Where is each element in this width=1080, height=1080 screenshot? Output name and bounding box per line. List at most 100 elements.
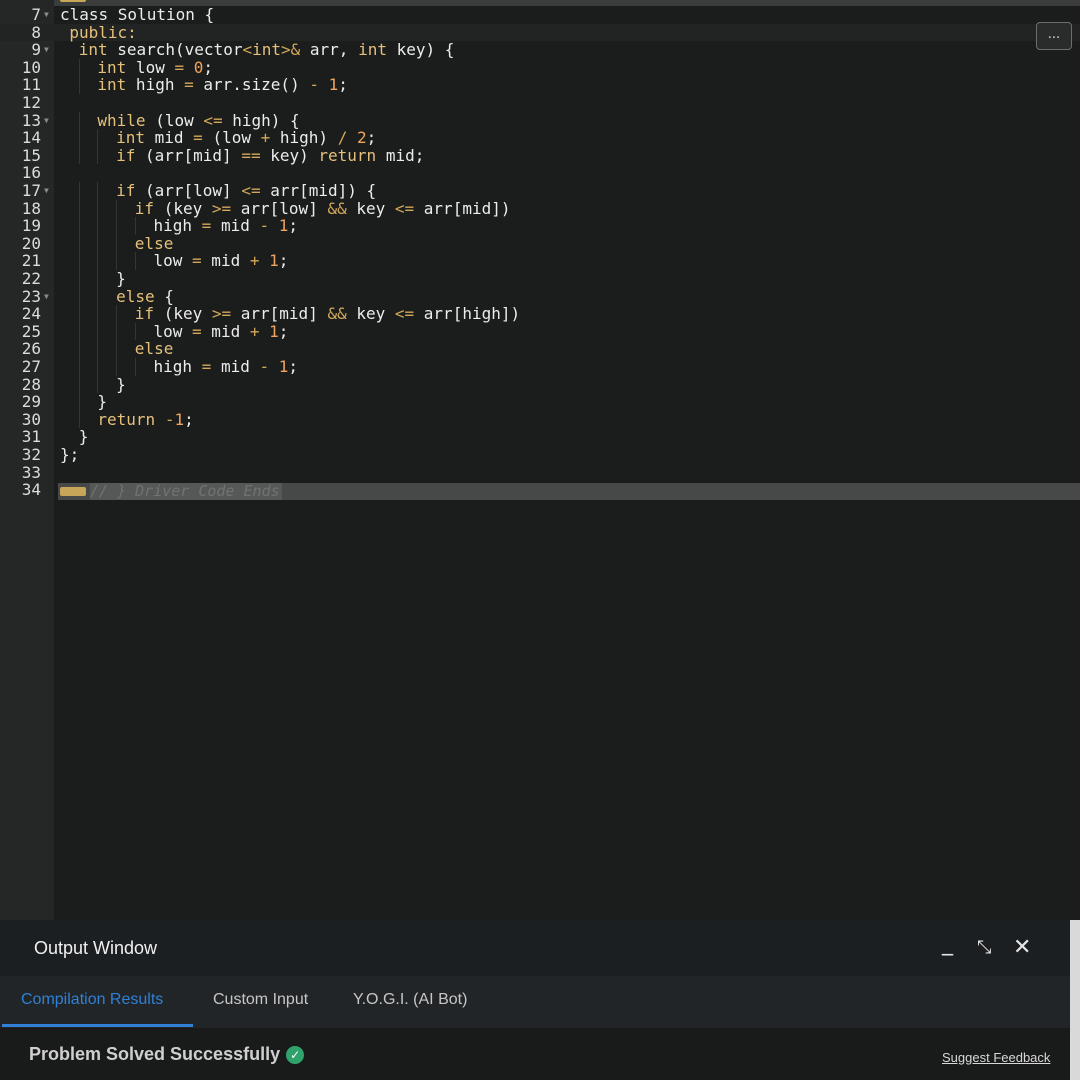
code-line[interactable]: 19 high = mid - 1; — [0, 217, 1080, 235]
code-line[interactable]: 22} — [0, 270, 1080, 288]
code-token: } — [78, 427, 89, 447]
code-token: ; — [203, 57, 214, 77]
code-token: == — [241, 145, 261, 165]
indent-guide — [78, 305, 80, 323]
line-number: 23 — [21, 286, 41, 306]
line-number: 30 — [21, 409, 41, 429]
line-number: 13 — [21, 110, 41, 130]
line-number: 24 — [21, 304, 41, 324]
code-token: arr[mid]) — [414, 198, 511, 218]
line-number: 14 — [21, 128, 41, 148]
code-token: else — [134, 233, 174, 253]
code-line[interactable]: 15 if (arr[mid] == key) return mid; — [0, 145, 1080, 165]
line-number: 15 — [21, 145, 41, 165]
code-line[interactable]: 12 — [0, 94, 1080, 112]
code-token: <= — [394, 304, 415, 324]
code-line[interactable]: 31} — [0, 428, 1080, 446]
code-text: return -1; — [97, 410, 193, 429]
indent-guide — [78, 340, 80, 358]
code-line[interactable]: 18 if (key >= arr[low] && key <= arr[mid]… — [0, 198, 1080, 218]
code-token: return — [318, 145, 377, 165]
code-line[interactable]: 17 ▼ if (arr[low] <= arr[mid]) { — [0, 182, 1080, 200]
minimize-icon[interactable]: _ — [942, 932, 953, 956]
line-number: 11 — [21, 75, 41, 95]
code-line[interactable]: 23 ▼ else { — [0, 286, 1080, 306]
code-token: (low — [145, 110, 204, 130]
code-line[interactable]: 33 — [0, 462, 1080, 482]
code-text: low = mid + 1; — [154, 321, 289, 341]
fold-marker-icon[interactable] — [60, 487, 86, 496]
tab-custom-input[interactable]: Custom Input — [213, 991, 308, 1009]
code-line[interactable]: 24 if (key >= arr[mid] && key <= arr[high… — [0, 305, 1080, 323]
code-line[interactable]: 20 else — [0, 233, 1080, 253]
scrollbar[interactable] — [1070, 920, 1080, 1080]
code-token: arr, — [300, 40, 359, 60]
line-number: 16 — [21, 163, 41, 183]
code-line[interactable]: 25 low = mid + 1; — [0, 321, 1080, 341]
code-line[interactable]: 10 int low = 0; — [0, 57, 1080, 77]
indent-guide — [134, 322, 136, 341]
code-token: low — [126, 57, 175, 77]
tab-yogi-ai-bot[interactable]: Y.O.G.I. (AI Bot) — [353, 991, 467, 1009]
expand-icon[interactable]: ⤡ — [977, 936, 991, 960]
fold-toggle-icon[interactable]: ▼ — [44, 182, 49, 200]
code-text: public: — [69, 23, 136, 42]
line-number: 33 — [21, 462, 41, 482]
code-token: 1 — [269, 321, 279, 341]
code-token: while — [97, 110, 146, 130]
code-token: key — [346, 304, 395, 324]
tab-compilation-results[interactable]: Compilation Results — [21, 991, 163, 1009]
indent-guide — [116, 217, 118, 235]
code-line[interactable]: 13 ▼ while (low <= high) { — [0, 110, 1080, 130]
code-line[interactable]: 11 int high = arr.size() - 1; — [0, 76, 1080, 94]
code-line[interactable]: 21 low = mid + 1; — [0, 252, 1080, 270]
code-line[interactable]: 14 int mid = (low + high) / 2; — [0, 129, 1080, 147]
more-options-button[interactable]: ... — [1036, 22, 1072, 50]
code-text: else { — [116, 286, 174, 306]
code-text: } — [97, 393, 107, 411]
folded-region-bottom[interactable]: // } Driver Code Ends — [58, 483, 1080, 500]
code-token: { — [154, 286, 174, 306]
code-token: = — [201, 216, 212, 236]
fold-toggle-icon[interactable]: ▼ — [44, 288, 49, 306]
code-text: if (key >= arr[low] && key <= arr[mid]) — [135, 198, 511, 218]
code-line[interactable]: 32}; — [0, 446, 1080, 464]
code-token: < — [242, 40, 253, 60]
code-text: int mid = (low + high) / 2; — [116, 129, 376, 147]
code-line[interactable]: 29} — [0, 393, 1080, 411]
code-token: mid — [211, 357, 260, 376]
code-line[interactable]: 28} — [0, 374, 1080, 394]
close-icon[interactable]: ✕ — [1013, 936, 1031, 960]
code-line[interactable]: 16 — [0, 164, 1080, 182]
fold-toggle-icon[interactable]: ▼ — [44, 6, 49, 24]
indent-guide — [78, 252, 80, 270]
code-line[interactable]: 27 high = mid - 1; — [0, 358, 1080, 376]
line-number: 22 — [21, 269, 41, 288]
code-text: else — [135, 340, 174, 358]
line-number: 20 — [21, 233, 41, 253]
check-circle-icon: ✓ — [286, 1046, 305, 1064]
code-line[interactable]: 8 public: — [0, 23, 1080, 42]
indent-guide — [134, 358, 136, 376]
code-line[interactable]: 9 ▼ int search(vector<int>& arr, int key) … — [0, 41, 1080, 59]
code-text: if (arr[low] <= arr[mid]) { — [116, 182, 376, 200]
line-number: 31 — [21, 427, 41, 447]
fold-marker-icon[interactable] — [60, 0, 86, 2]
fold-toggle-icon[interactable]: ▼ — [44, 41, 49, 59]
code-line[interactable]: 7 ▼ class Solution { — [0, 6, 1080, 24]
code-token: <= — [394, 198, 415, 218]
suggest-feedback-link[interactable]: Suggest Feedback — [942, 1050, 1050, 1065]
line-number: 28 — [21, 374, 41, 394]
code-editor[interactable]: 7 ▼ class Solution {8 public: 9 ▼ int search(v… — [0, 0, 1080, 920]
code-line[interactable]: 26 else — [0, 340, 1080, 358]
code-text: }; — [60, 446, 79, 464]
code-line[interactable]: 30 return -1; — [0, 409, 1080, 429]
indent-guide — [78, 111, 80, 130]
indent-guide — [97, 287, 99, 306]
code-token: high) — [270, 128, 338, 148]
fold-toggle-icon[interactable]: ▼ — [44, 112, 49, 130]
line-number: 25 — [21, 321, 41, 341]
